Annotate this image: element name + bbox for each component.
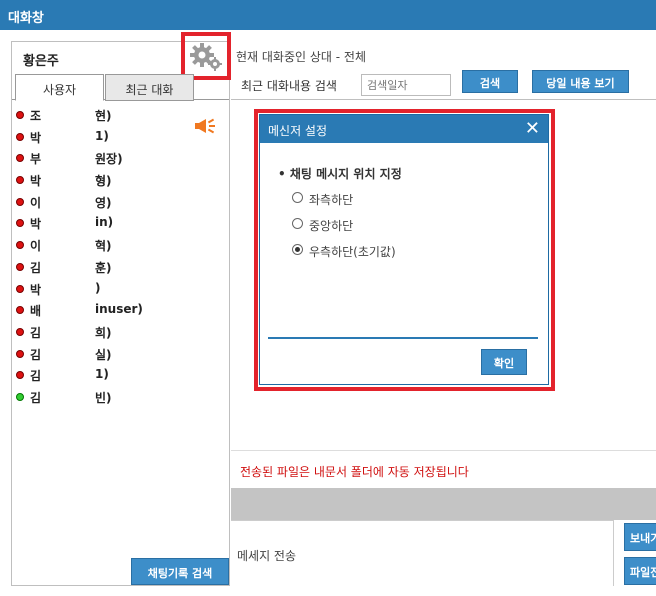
message-compose-area[interactable]: 메세지 전송 xyxy=(231,520,614,586)
search-row: 최근 대화내용 검색 검색 당일 내용 보기 xyxy=(231,70,656,100)
user-item-detail: 혁) xyxy=(95,239,112,254)
user-list-item[interactable]: 박 in) xyxy=(12,214,229,236)
user-item-detail: 실) xyxy=(95,347,112,362)
status-offline-icon xyxy=(16,327,24,336)
user-item-detail: inuser) xyxy=(95,302,143,317)
user-list-item[interactable]: 김 1) xyxy=(12,366,229,388)
status-offline-icon xyxy=(16,262,24,271)
user-list-item[interactable]: 김 실) xyxy=(12,345,229,367)
user-item-detail: in) xyxy=(95,215,114,230)
position-section-title: • 채팅 메시지 위치 지정 xyxy=(278,167,402,181)
radio-button[interactable] xyxy=(292,192,303,203)
user-item-name: 배 xyxy=(30,304,42,319)
status-offline-icon xyxy=(16,219,24,228)
compose-label: 메세지 전송 xyxy=(237,549,297,563)
user-item-name: 김 xyxy=(30,325,42,340)
status-offline-icon xyxy=(16,241,24,250)
dialog-title: 메신저 설정 xyxy=(268,124,328,138)
user-item-detail: 훈) xyxy=(95,260,112,275)
tab-users[interactable]: 사용자 xyxy=(15,74,104,101)
user-list-item[interactable]: 배 inuser) xyxy=(12,301,229,323)
user-list: 조 현) 박 1) 부 원장) 박 형) 이 영) 박 in) 이 혁) 김 훈… xyxy=(12,106,229,410)
status-offline-icon xyxy=(16,176,24,185)
user-list-item[interactable]: 김 훈) xyxy=(12,258,229,280)
user-item-name: 이 xyxy=(30,239,42,254)
user-item-detail: 1) xyxy=(95,367,109,382)
status-offline-icon xyxy=(16,349,24,358)
user-item-detail: 원장) xyxy=(95,152,123,167)
current-chat-label: 현재 대화중인 상대 - 전체 xyxy=(236,50,366,64)
status-offline-icon xyxy=(16,197,24,206)
option-label: 중앙하단 xyxy=(309,219,354,233)
user-item-name: 김 xyxy=(30,347,42,362)
search-date-input[interactable] xyxy=(361,74,451,96)
user-item-detail: 희) xyxy=(95,325,112,340)
dialog-header: 메신저 설정 ✕ xyxy=(260,115,548,143)
dialog-divider xyxy=(268,337,538,339)
user-item-name: 김 xyxy=(30,369,42,384)
chat-window: 대화창 황은주 사용자 최근 대화 조 현) 박 1) 부 원장) 박 형) 이… xyxy=(0,0,656,596)
close-icon[interactable]: ✕ xyxy=(525,118,540,139)
user-item-name: 조 xyxy=(30,109,42,123)
status-online-icon xyxy=(16,392,24,401)
file-send-button[interactable]: 파일전송 xyxy=(624,557,656,585)
user-item-detail: 빈) xyxy=(95,390,112,405)
status-offline-icon xyxy=(16,154,24,163)
status-offline-icon xyxy=(16,132,24,141)
user-item-name: 박 xyxy=(30,217,42,232)
user-item-name: 박 xyxy=(30,130,42,145)
status-offline-icon xyxy=(16,284,24,293)
user-list-item[interactable]: 박 ) xyxy=(12,280,229,302)
option-label: 좌측하단 xyxy=(309,193,354,207)
user-item-detail: 형) xyxy=(95,174,112,189)
user-item-detail: 영) xyxy=(95,195,112,210)
user-list-item[interactable]: 박 형) xyxy=(12,171,229,193)
today-content-button[interactable]: 당일 내용 보기 xyxy=(532,70,629,93)
radio-button[interactable] xyxy=(292,218,303,229)
ok-button[interactable]: 확인 xyxy=(481,349,527,375)
status-offline-icon xyxy=(16,306,24,315)
sidebar: 황은주 사용자 최근 대화 조 현) 박 1) 부 원장) 박 형) 이 영) … xyxy=(11,32,231,586)
send-button[interactable]: 보내기 xyxy=(624,523,656,551)
search-label: 최근 대화내용 검색 xyxy=(241,79,337,93)
radio-button-checked[interactable] xyxy=(292,244,303,255)
tab-recent-chats[interactable]: 최근 대화 xyxy=(105,74,194,101)
user-item-name: 김 xyxy=(30,390,42,405)
messenger-settings-dialog: 메신저 설정 ✕ • 채팅 메시지 위치 지정 좌측하단 중앙하단 우측하단(초… xyxy=(259,114,549,385)
user-list-item[interactable]: 김 희) xyxy=(12,323,229,345)
user-item-name: 부 xyxy=(30,152,42,167)
status-offline-icon xyxy=(16,111,24,119)
user-item-name: 김 xyxy=(30,260,42,275)
user-item-detail: 1) xyxy=(95,128,109,143)
user-item-name: 이 xyxy=(30,195,42,210)
option-label: 우측하단(초기값) xyxy=(309,245,396,259)
chat-history-search-button[interactable]: 채팅기록 검색 xyxy=(131,558,229,585)
window-title: 대화창 xyxy=(0,0,656,30)
divider xyxy=(231,450,656,451)
user-item-detail: 현) xyxy=(95,109,112,123)
user-list-item[interactable]: 부 원장) xyxy=(12,149,229,171)
search-button[interactable]: 검색 xyxy=(462,70,518,93)
user-list-item[interactable]: 이 영) xyxy=(12,193,229,215)
user-item-name: 박 xyxy=(30,282,42,297)
user-list-item[interactable]: 이 혁) xyxy=(12,236,229,258)
speaker-icon[interactable] xyxy=(194,118,216,134)
gear-icon[interactable] xyxy=(189,42,223,72)
sidebar-tabs: 사용자 최근 대화 xyxy=(12,72,229,101)
user-item-name: 박 xyxy=(30,174,42,189)
file-save-notice: 전송된 파일은 내문서 폴더에 자동 저장됩니다 xyxy=(240,465,469,479)
current-user-name: 황은주 xyxy=(23,54,59,69)
status-offline-icon xyxy=(16,371,24,380)
user-list-item[interactable]: 김 빈) xyxy=(12,388,229,410)
user-item-detail: ) xyxy=(95,280,101,295)
toolbar-bar xyxy=(231,488,656,520)
